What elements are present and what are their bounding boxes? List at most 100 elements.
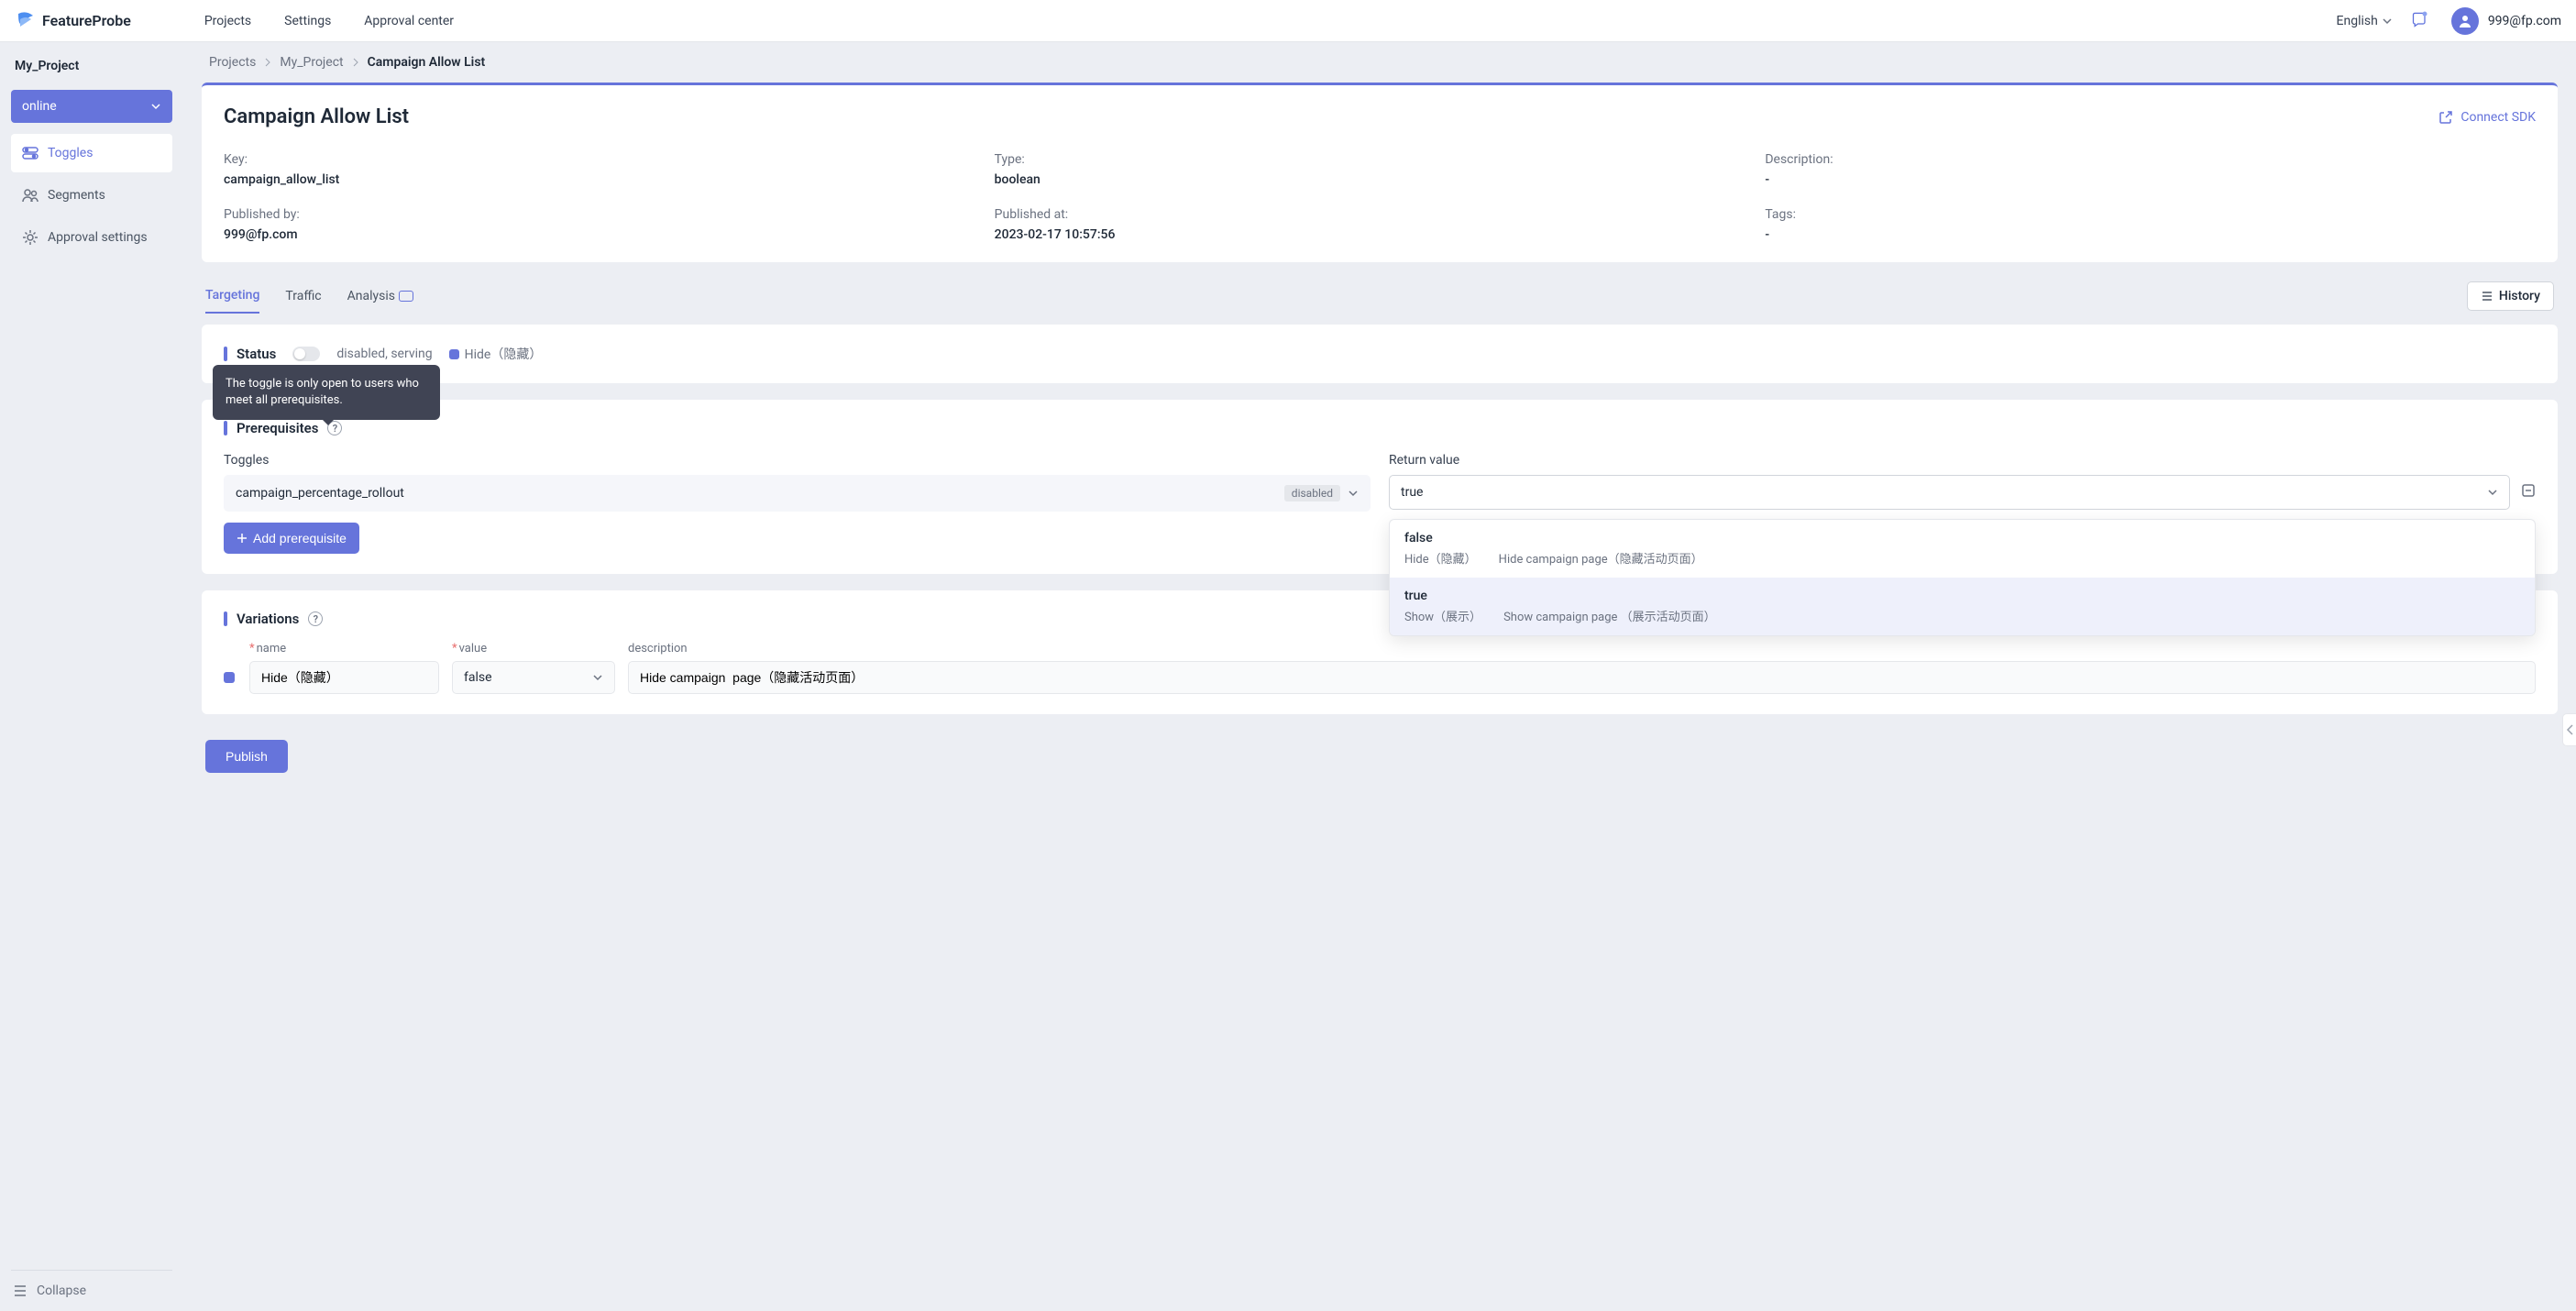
variation-desc-input[interactable] [628, 661, 2536, 694]
collapse-sidebar[interactable]: Collapse [11, 1270, 172, 1311]
beta-badge-icon [399, 291, 413, 302]
right-drawer-handle[interactable] [2562, 713, 2576, 746]
collapse-label: Collapse [37, 1283, 86, 1298]
col-return-label: Return value [1389, 453, 2536, 468]
tab-analysis[interactable]: Analysis [347, 280, 413, 313]
variation-value-text: false [464, 670, 492, 685]
name-col-label: *name [249, 642, 439, 656]
history-label: History [2499, 289, 2540, 303]
tab-targeting[interactable]: Targeting [205, 279, 259, 314]
add-prereq-label: Add prerequisite [253, 531, 347, 545]
sidebar-item-approval-settings[interactable]: Approval settings [11, 218, 172, 257]
value-col-label: *value [452, 642, 615, 656]
project-name: My_Project [15, 59, 169, 73]
variation-value-select[interactable]: false [452, 661, 615, 694]
crumb-project[interactable]: My_Project [280, 55, 343, 70]
option-desc: Show campaign page （展示活动页面） [1503, 607, 1716, 624]
meta-desc-value: - [1765, 172, 2536, 187]
chevron-down-icon [1348, 488, 1359, 499]
help-icon[interactable]: ? [308, 611, 323, 626]
chevron-right-icon [263, 58, 272, 67]
nav-settings[interactable]: Settings [284, 14, 331, 28]
status-pill: Hide（隐藏） [449, 345, 543, 363]
gear-icon [22, 229, 39, 246]
disabled-badge: disabled [1284, 485, 1340, 501]
collapse-icon [13, 1283, 28, 1298]
chevron-down-icon [150, 101, 161, 112]
connect-sdk-label: Connect SDK [2460, 110, 2536, 125]
chevron-down-icon [2487, 487, 2498, 498]
meta-key-label: Key: [224, 152, 995, 167]
add-prerequisite-button[interactable]: Add prerequisite [224, 523, 359, 554]
history-button[interactable]: History [2467, 281, 2554, 311]
tab-analysis-label: Analysis [347, 289, 395, 303]
status-pill-text: Hide（隐藏） [465, 345, 543, 363]
sidebar-item-segments[interactable]: Segments [11, 176, 172, 215]
option-desc: Hide campaign page（隐藏活动页面） [1499, 549, 1703, 567]
status-heading: Status [224, 346, 276, 362]
nav-projects[interactable]: Projects [204, 14, 251, 28]
sidebar: My_Project online Toggles Segments Appro… [0, 42, 183, 1311]
page-title: Campaign Allow List [224, 105, 409, 128]
tab-traffic[interactable]: Traffic [285, 280, 321, 313]
option-value: true [1404, 589, 2520, 603]
status-dot-icon [449, 349, 459, 359]
chevron-down-icon [592, 672, 603, 683]
crumb-projects[interactable]: Projects [209, 55, 256, 70]
brand-text: FeatureProbe [42, 12, 131, 29]
dropdown-option-false[interactable]: false Hide（隐藏）Hide campaign page（隐藏活动页面） [1390, 520, 2535, 578]
lang-select[interactable]: English [2337, 14, 2393, 28]
toggle-select-value: campaign_percentage_rollout [236, 486, 404, 501]
user-menu[interactable]: 999@fp.com [2451, 7, 2561, 35]
meta-key-value: campaign_allow_list [224, 172, 995, 187]
minus-square-icon [2521, 483, 2536, 498]
prereq-card: Prerequisites ? Toggles campaign_percent… [202, 400, 2558, 574]
col-toggles-label: Toggles [224, 453, 1371, 468]
chevron-down-icon [2382, 16, 2393, 27]
crumb-current: Campaign Allow List [368, 55, 486, 70]
sidebar-label: Segments [48, 188, 105, 203]
option-name: Show（展示） [1404, 607, 1481, 624]
desc-col-label: description [628, 642, 2536, 656]
help-icon[interactable] [2411, 10, 2429, 32]
return-value-dropdown: false Hide（隐藏）Hide campaign page（隐藏活动页面）… [1389, 519, 2536, 636]
meta-grid: Key: campaign_allow_list Type: boolean Des… [224, 152, 2536, 242]
variation-color-dot [224, 672, 235, 683]
env-select[interactable]: online [11, 90, 172, 123]
meta-tags-value: - [1765, 227, 2536, 242]
meta-type-label: Type: [995, 152, 1766, 167]
status-toggle[interactable] [292, 347, 320, 361]
breadcrumb: Projects My_Project Campaign Allow List [183, 42, 2576, 83]
dropdown-option-true[interactable]: true Show（展示） Show campaign page （展示活动页面） [1390, 578, 2535, 635]
connect-sdk-link[interactable]: Connect SDK [2438, 110, 2536, 125]
top-nav: Projects Settings Approval center [204, 14, 454, 28]
logo-icon [15, 10, 37, 32]
env-label: online [22, 99, 57, 114]
meta-pubby-value: 999@fp.com [224, 227, 995, 242]
logo[interactable]: FeatureProbe [15, 10, 131, 32]
publish-button[interactable]: Publish [205, 740, 288, 773]
variation-name-input[interactable] [249, 661, 439, 694]
option-value: false [1404, 531, 2520, 545]
topbar: FeatureProbe Projects Settings Approval … [0, 0, 2576, 42]
avatar [2451, 7, 2479, 35]
return-value-select[interactable]: true [1389, 475, 2510, 510]
plus-icon [237, 533, 248, 544]
main-content: Projects My_Project Campaign Allow List … [183, 42, 2576, 1311]
meta-type-value: boolean [995, 172, 1766, 187]
meta-desc-label: Description: [1765, 152, 2536, 167]
meta-pubat-label: Published at: [995, 207, 1766, 222]
sidebar-label: Toggles [48, 146, 93, 160]
sidebar-item-toggles[interactable]: Toggles [11, 134, 172, 172]
list-icon [2481, 290, 2493, 303]
toggle-select[interactable]: campaign_percentage_rollout disabled [224, 475, 1371, 512]
prereq-heading-text: Prerequisites [237, 420, 318, 436]
status-text: disabled, serving [336, 347, 432, 361]
variations-heading-text: Variations [237, 611, 299, 627]
remove-prereq-button[interactable] [2521, 483, 2536, 501]
toggles-icon [22, 145, 39, 161]
prereq-tooltip: The toggle is only open to users who mee… [213, 365, 440, 420]
nav-approval-center[interactable]: Approval center [364, 14, 454, 28]
prereq-heading: Prerequisites ? [224, 420, 2536, 436]
chevron-left-icon [2566, 724, 2575, 735]
